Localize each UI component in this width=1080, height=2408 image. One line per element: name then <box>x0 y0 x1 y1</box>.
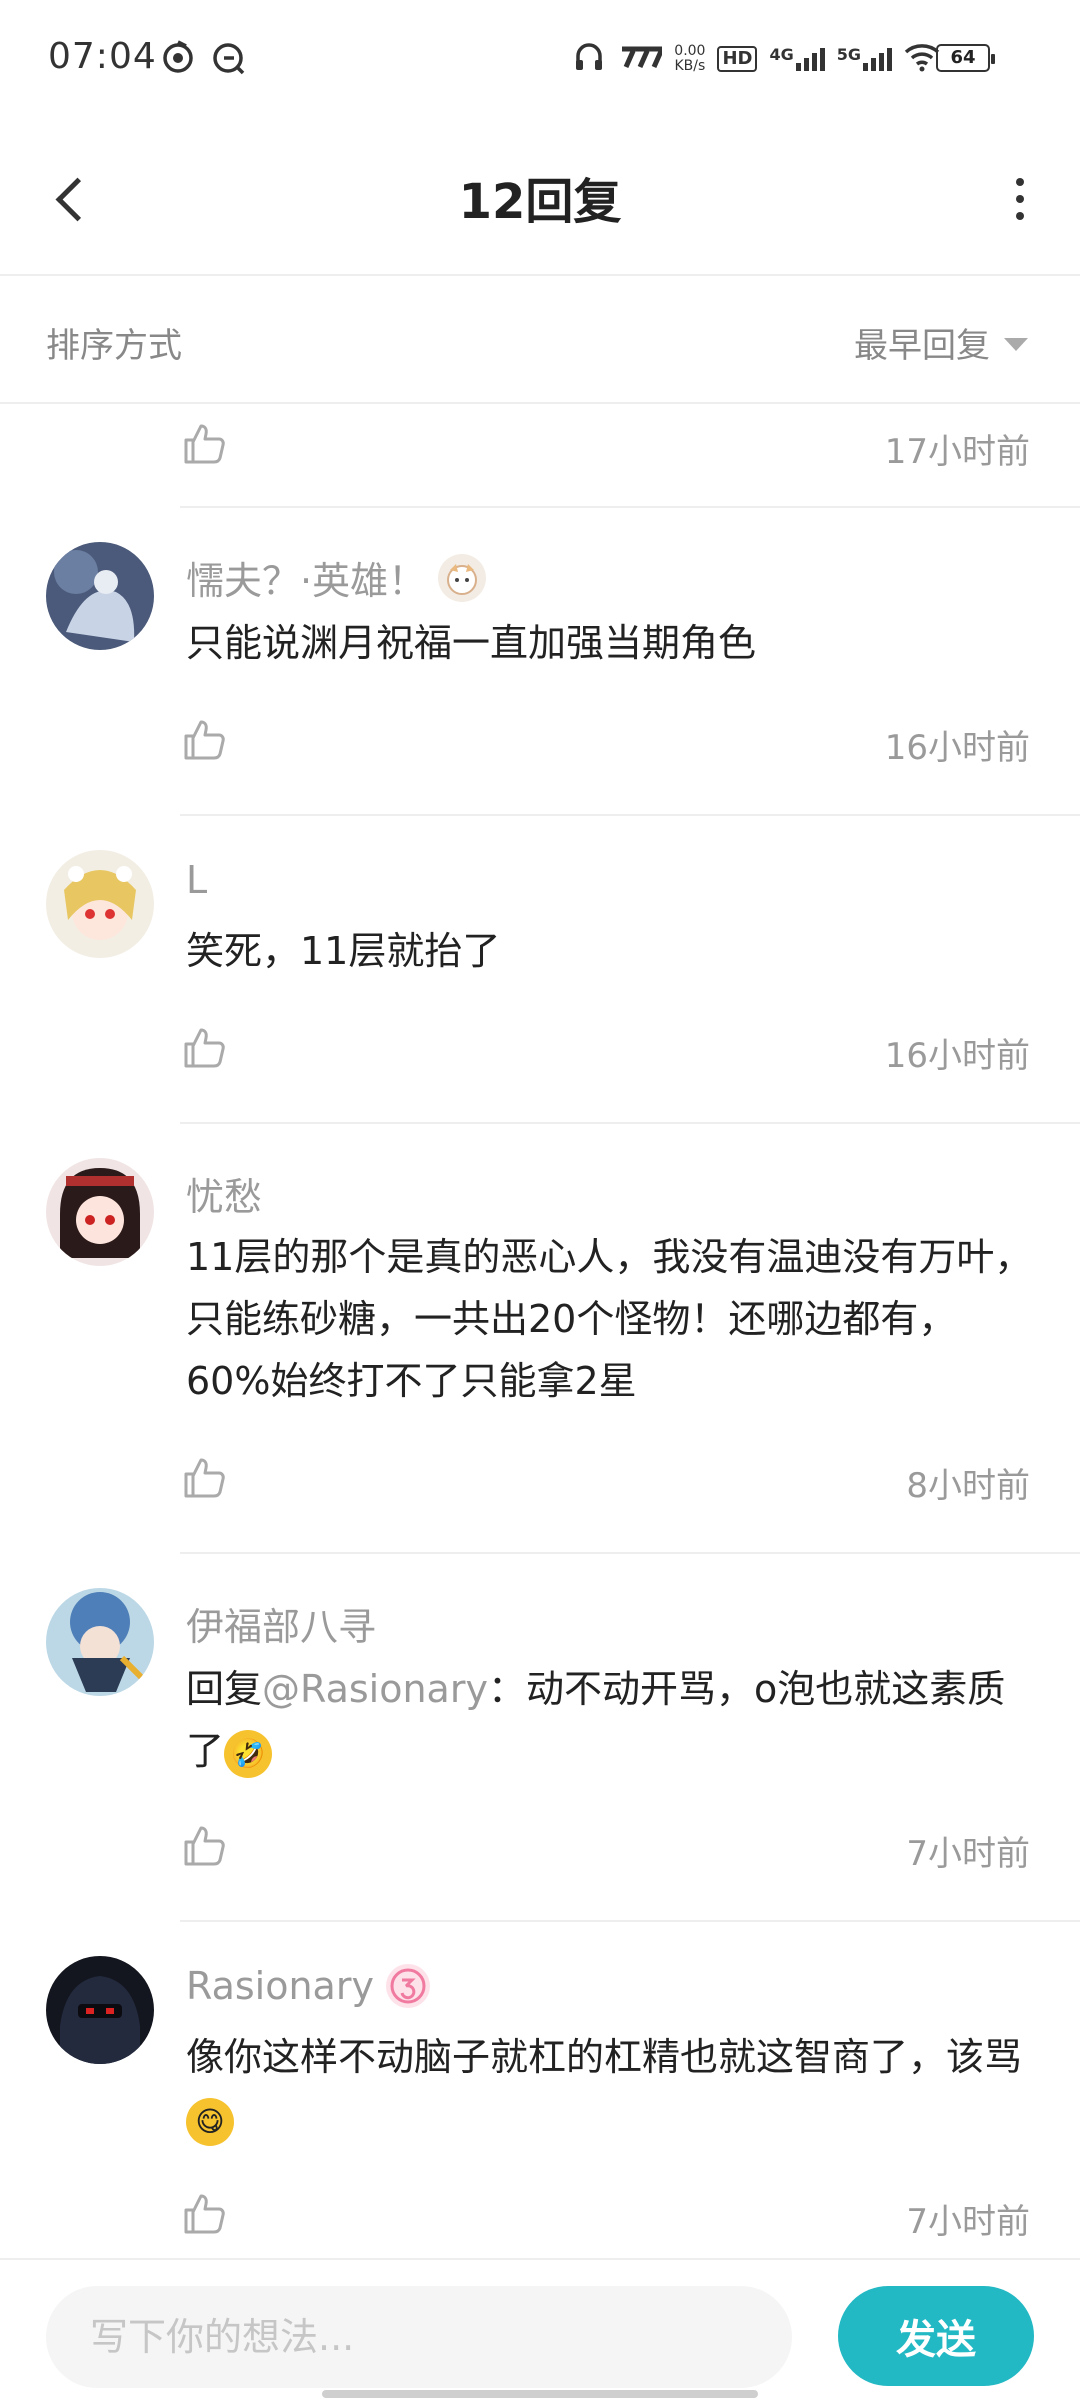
headphone-icon <box>574 42 604 76</box>
comment-list[interactable]: 17小时前 懦夫？·英雄！ 只能说渊月祝福一直加强当期角色 16小时前 L 笑死… <box>0 404 1080 2258</box>
author-name[interactable]: Rasionary <box>186 1964 374 2008</box>
comment-body: 像你这样不动脑子就杠的杠精也就这智商了，该骂 <box>186 2035 1023 2079</box>
reply-prefix: 回复 <box>186 1667 263 1711</box>
title-bar: 12回复 <box>0 120 1080 276</box>
savoring-food-emoji-icon: 😋 <box>186 2097 234 2146</box>
network-speed: 0.00 KB/s <box>674 43 706 74</box>
comment-text: 11层的那个是真的恶心人，我没有温迪没有万叶，只能练砂糖，一共出20个怪物！还哪… <box>186 1235 1033 1403</box>
user-badge-icon <box>385 1964 430 2008</box>
hd-volte-icon: HD <box>717 46 758 72</box>
avatar[interactable] <box>46 542 154 650</box>
more-dot-icon <box>1016 178 1024 186</box>
send-button[interactable]: 发送 <box>838 2286 1034 2386</box>
sort-dropdown[interactable]: 最早回复 <box>854 318 1028 367</box>
avatar[interactable] <box>46 850 154 958</box>
rolling-laughing-emoji-icon: 🤣 <box>224 1729 273 1778</box>
user-badge-icon <box>438 553 487 602</box>
author-name[interactable]: 忧愁 <box>186 1166 262 1221</box>
like-icon[interactable] <box>180 1454 228 1502</box>
composer-bar: 发送 <box>0 2258 1080 2408</box>
status-bar: 07:04 0.00 KB/s HD 4G 5G 64 <box>0 0 1080 120</box>
sort-row: 排序方式 最早回复 <box>0 276 1080 404</box>
status-right-icons: 0.00 KB/s HD 4G 5G <box>574 42 940 76</box>
author-row: 忧愁 <box>186 1166 262 1221</box>
comment-time: 16小时前 <box>884 1036 1030 1076</box>
avatar[interactable] <box>46 1588 154 1696</box>
avatar[interactable] <box>46 1956 154 2064</box>
author-row: L <box>186 858 207 902</box>
more-dot-icon <box>1016 195 1024 203</box>
comment-text: 像你这样不动脑子就杠的杠精也就这智商了，该骂 😋 <box>186 2026 1036 2150</box>
like-icon[interactable] <box>180 716 228 764</box>
author-name[interactable]: 懦夫？·英雄！ <box>186 550 426 605</box>
comment-time: 17小时前 <box>884 432 1030 472</box>
status-left-icons <box>160 40 246 85</box>
app-notification-icon <box>210 40 246 85</box>
signal-4g-icon: 4G <box>769 47 825 71</box>
comment-item: Rasionary 像你这样不动脑子就杠的杠精也就这智商了，该骂 😋 7小时前 <box>0 1922 1080 2242</box>
more-options-button[interactable] <box>990 164 1050 234</box>
like-icon[interactable] <box>180 2190 228 2238</box>
author-name[interactable]: 伊福部八寻 <box>186 1596 376 1651</box>
comment-item: 17小时前 <box>0 404 1080 508</box>
home-indicator[interactable] <box>322 2390 758 2398</box>
comment-item: 伊福部八寻 回复@Rasionary：动不动开骂，o泡也就这素质了 🤣 7小时前 <box>0 1554 1080 1922</box>
sync-icon <box>160 40 196 85</box>
like-icon[interactable] <box>180 1024 228 1072</box>
author-row: 懦夫？·英雄！ <box>186 550 487 605</box>
comment-input[interactable] <box>46 2286 792 2388</box>
vendor-logo-icon <box>616 45 667 73</box>
comment-item: 忧愁 11层的那个是真的恶心人，我没有温迪没有万叶，只能练砂糖，一共出20个怪物… <box>0 1124 1080 1554</box>
avatar[interactable] <box>46 1158 154 1266</box>
battery-icon: 64 <box>936 44 995 72</box>
comment-time: 7小时前 <box>906 2202 1030 2242</box>
author-name[interactable]: L <box>186 858 207 902</box>
comment-item: L 笑死，11层就抬了 16小时前 <box>0 816 1080 1124</box>
sort-label: 排序方式 <box>46 326 182 366</box>
status-time: 07:04 <box>48 36 157 77</box>
comment-time: 16小时前 <box>884 728 1030 768</box>
comment-time: 8小时前 <box>906 1466 1030 1506</box>
mention-link[interactable]: @Rasionary <box>262 1667 488 1711</box>
dropdown-caret-icon <box>1004 338 1028 351</box>
comment-text: 回复@Rasionary：动不动开骂，o泡也就这素质了 🤣 <box>186 1658 1036 1782</box>
sort-value: 最早回复 <box>854 326 990 366</box>
comment-text: 笑死，11层就抬了 <box>186 929 501 973</box>
author-row: 伊福部八寻 <box>186 1596 376 1651</box>
like-icon[interactable] <box>180 420 228 468</box>
comment-text: 只能说渊月祝福一直加强当期角色 <box>186 621 757 665</box>
comment-item: 懦夫？·英雄！ 只能说渊月祝福一直加强当期角色 16小时前 <box>0 508 1080 816</box>
signal-5g-icon: 5G <box>837 47 892 71</box>
like-icon[interactable] <box>180 1822 228 1870</box>
wifi-icon <box>904 42 940 76</box>
page-title: 12回复 <box>458 174 622 230</box>
author-row: Rasionary <box>186 1964 430 2008</box>
more-dot-icon <box>1016 212 1024 220</box>
comment-time: 7小时前 <box>906 1834 1030 1874</box>
